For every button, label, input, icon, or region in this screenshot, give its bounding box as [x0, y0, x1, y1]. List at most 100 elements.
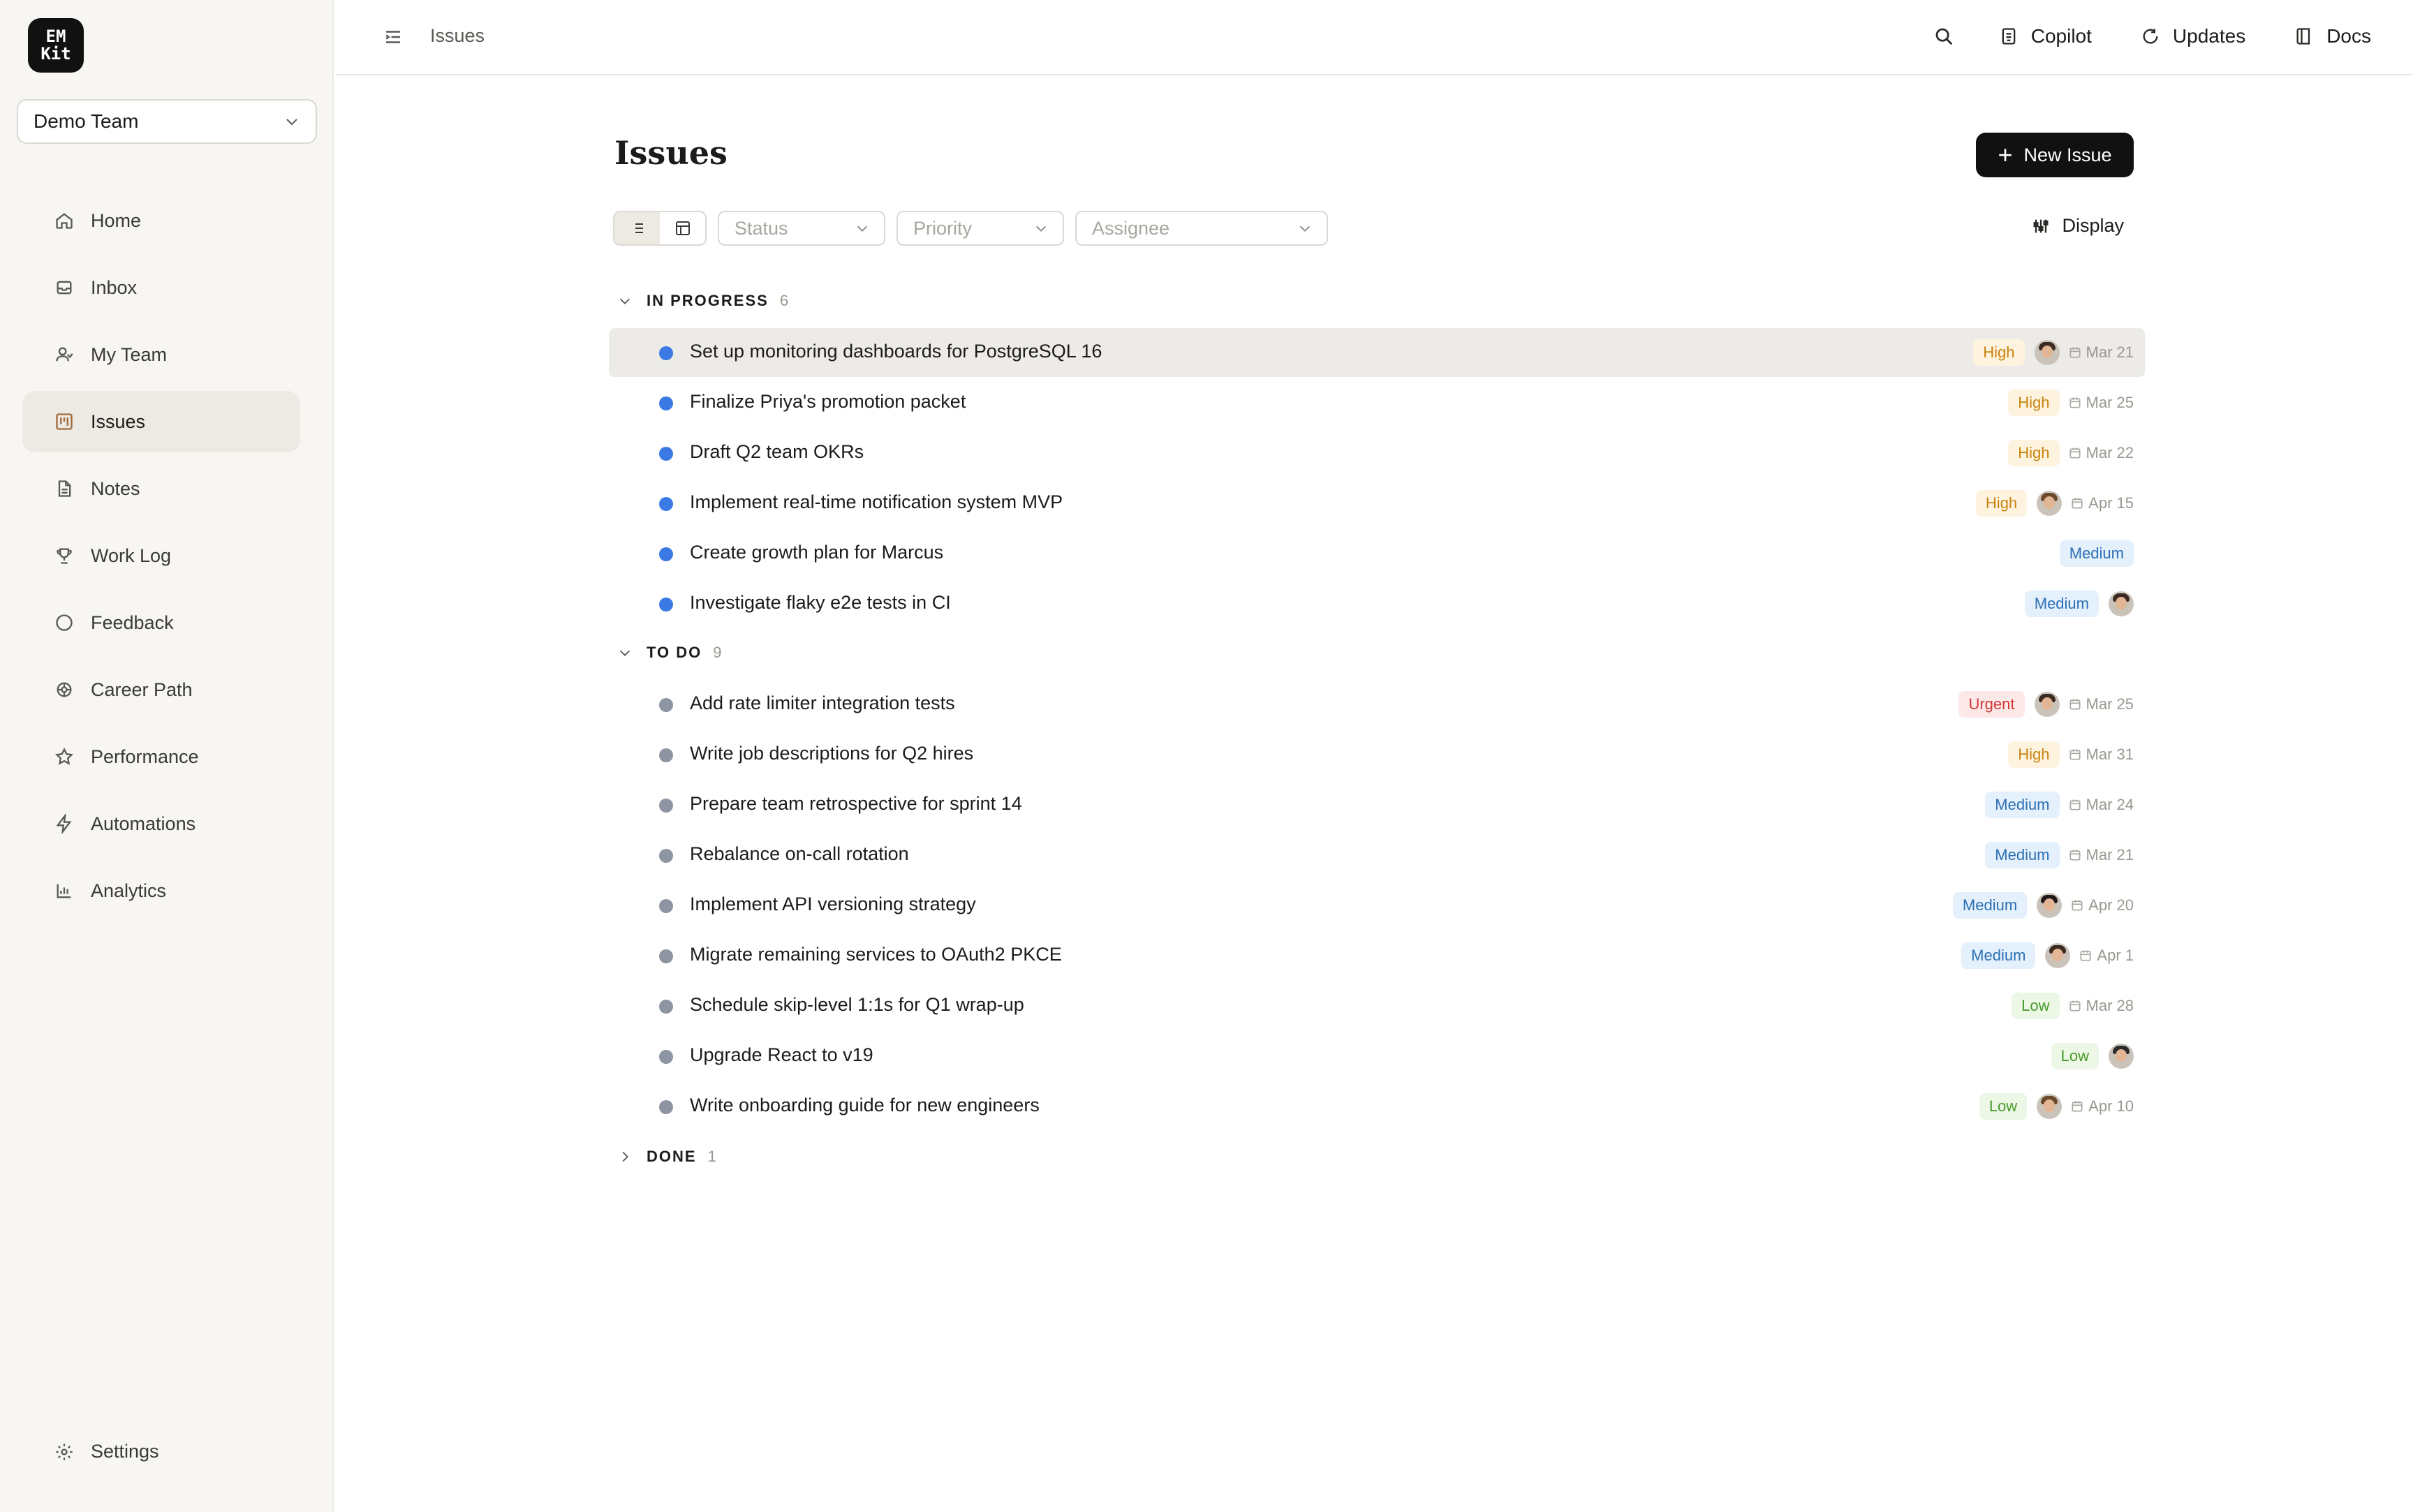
chevron-down-icon: [857, 225, 868, 232]
sidebar-item-notes[interactable]: Notes: [22, 458, 300, 519]
calendar-icon: [2069, 347, 2081, 358]
due-date-text: Apr 20: [2088, 896, 2134, 914]
issue-row[interactable]: Add rate limiter integration tests Urgent…: [609, 680, 2145, 729]
priority-badge[interactable]: High: [2008, 390, 2060, 416]
sidebar-item-performance[interactable]: Performance: [22, 726, 300, 787]
top-actions: Copilot Updates Docs: [1933, 21, 2371, 52]
sidebar-item-home[interactable]: Home: [22, 190, 300, 251]
avatar[interactable]: [2045, 943, 2071, 968]
issue-row[interactable]: Write onboarding guide for new engineers…: [609, 1082, 2145, 1131]
priority-badge[interactable]: Medium: [1985, 792, 2060, 818]
avatar[interactable]: [2034, 340, 2060, 365]
issue-row[interactable]: Implement real-time notification system …: [609, 479, 2145, 528]
avatar[interactable]: [2109, 1044, 2134, 1069]
docs-button[interactable]: Docs: [2294, 25, 2371, 47]
status-dot-icon: [659, 497, 673, 511]
issue-meta: Medium Apr 1: [1951, 941, 2134, 970]
sidebar-item-label: Performance: [91, 746, 199, 767]
status-dot-icon: [659, 698, 673, 712]
issue-row[interactable]: Prepare team retrospective for sprint 14…: [609, 780, 2145, 829]
priority-filter[interactable]: Priority: [896, 211, 1064, 246]
sidebar-item-career-path[interactable]: Career Path: [22, 659, 300, 720]
due-date-text: Apr 10: [2088, 1097, 2134, 1115]
priority-badge[interactable]: Medium: [1961, 942, 2036, 969]
status-dot-icon: [659, 1050, 673, 1064]
issue-row[interactable]: Set up monitoring dashboards for Postgre…: [609, 328, 2145, 377]
sidebar-item-analytics[interactable]: Analytics: [22, 860, 300, 921]
sidebar-item-automations[interactable]: Automations: [22, 793, 300, 854]
status-filter[interactable]: Status: [718, 211, 885, 246]
sidebar-item-settings[interactable]: Settings: [54, 1441, 159, 1462]
issue-row[interactable]: Write job descriptions for Q2 hires High M…: [609, 730, 2145, 779]
sidebar-item-issues[interactable]: Issues: [22, 391, 300, 452]
issue-row[interactable]: Draft Q2 team OKRs High Mar 22: [609, 429, 2145, 477]
issue-row[interactable]: Upgrade React to v19 Low: [609, 1032, 2145, 1081]
group-header-todo[interactable]: TO DO 9: [617, 644, 722, 662]
avatar[interactable]: [2037, 1094, 2063, 1119]
sidebar-item-label: Feedback: [91, 612, 174, 633]
avatar-face: [2116, 1049, 2127, 1062]
issue-row[interactable]: Migrate remaining services to OAuth2 PKC…: [609, 931, 2145, 980]
status-dot-icon: [659, 849, 673, 863]
sidebar-item-feedback[interactable]: Feedback: [22, 592, 300, 653]
due-date-text: Mar 21: [2086, 846, 2134, 864]
updates-button[interactable]: Updates: [2141, 25, 2245, 47]
due-date: Mar 25: [2068, 394, 2134, 412]
status-dot-icon: [659, 447, 673, 461]
breadcrumb[interactable]: Issues: [430, 25, 485, 47]
board-view-button[interactable]: [660, 212, 705, 244]
due-date-text: Mar 25: [2086, 394, 2134, 411]
due-date-text: Mar 22: [2086, 444, 2134, 461]
issue-row[interactable]: Implement API versioning strategy Medium A…: [609, 881, 2145, 930]
priority-badge[interactable]: High: [1975, 490, 2028, 517]
priority-badge[interactable]: Urgent: [1958, 691, 2025, 718]
sidebar-item-work-log[interactable]: Work Log: [22, 525, 300, 586]
avatar[interactable]: [2037, 893, 2063, 918]
issue-title: Implement API versioning strategy: [690, 894, 976, 914]
issue-meta: High Mar 25: [1998, 388, 2134, 417]
group-header-in-progress[interactable]: IN PROGRESS 6: [617, 292, 788, 310]
file-icon: [58, 480, 71, 497]
avatar[interactable]: [2037, 491, 2063, 516]
search-icon[interactable]: [1933, 26, 1954, 47]
issue-row[interactable]: Create growth plan for Marcus Medium: [609, 529, 2145, 578]
priority-badge[interactable]: Medium: [1952, 892, 2028, 919]
issue-meta: Medium: [2015, 589, 2134, 618]
avatar[interactable]: [2109, 591, 2134, 616]
priority-badge[interactable]: Low: [2051, 1043, 2099, 1069]
assignee-filter-placeholder: Assignee: [1092, 217, 1170, 239]
priority-badge[interactable]: High: [2008, 440, 2060, 466]
display-button[interactable]: Display: [2031, 215, 2124, 237]
list-view-button[interactable]: [614, 212, 660, 244]
priority-badge[interactable]: High: [1973, 339, 2025, 366]
new-issue-button[interactable]: + New Issue: [1976, 133, 2134, 177]
team-select[interactable]: Demo Team: [17, 99, 317, 144]
copilot-button[interactable]: Copilot: [1999, 25, 2092, 47]
sidebar-item-inbox[interactable]: Inbox: [22, 257, 300, 318]
sidebar-item-my-team[interactable]: My Team: [22, 324, 300, 385]
priority-badge[interactable]: Medium: [2024, 591, 2099, 617]
sidebar-item-label: Issues: [91, 410, 146, 432]
avatar[interactable]: [2034, 692, 2060, 717]
issue-meta: Low Apr 10: [1970, 1092, 2134, 1121]
avatar-face: [2044, 496, 2056, 509]
sliders-icon: [2033, 219, 2049, 232]
calendar-icon: [2069, 850, 2081, 861]
priority-badge[interactable]: Medium: [2059, 540, 2134, 567]
sidebar-toggle-icon[interactable]: [383, 27, 404, 47]
zap-icon: [56, 814, 72, 833]
issue-meta: High Mar 21: [1963, 338, 2134, 367]
app-logo[interactable]: EM Kit: [28, 18, 84, 73]
issue-row[interactable]: Investigate flaky e2e tests in CI Medium: [609, 579, 2145, 628]
priority-badge[interactable]: Low: [2012, 993, 2060, 1019]
issue-row[interactable]: Rebalance on-call rotation Medium Mar 21: [609, 831, 2145, 880]
due-date-text: Apr 1: [2097, 947, 2134, 964]
priority-badge[interactable]: Medium: [1985, 842, 2060, 868]
assignee-filter[interactable]: Assignee: [1075, 211, 1328, 246]
priority-badge[interactable]: Low: [1979, 1093, 2028, 1120]
issue-row[interactable]: Finalize Priya's promotion packet High Mar…: [609, 378, 2145, 427]
group-header-done[interactable]: DONE 1: [617, 1148, 716, 1166]
priority-badge[interactable]: High: [2008, 741, 2060, 768]
issue-row[interactable]: Schedule skip-level 1:1s for Q1 wrap-up L…: [609, 981, 2145, 1030]
status-dot-icon: [659, 547, 673, 561]
